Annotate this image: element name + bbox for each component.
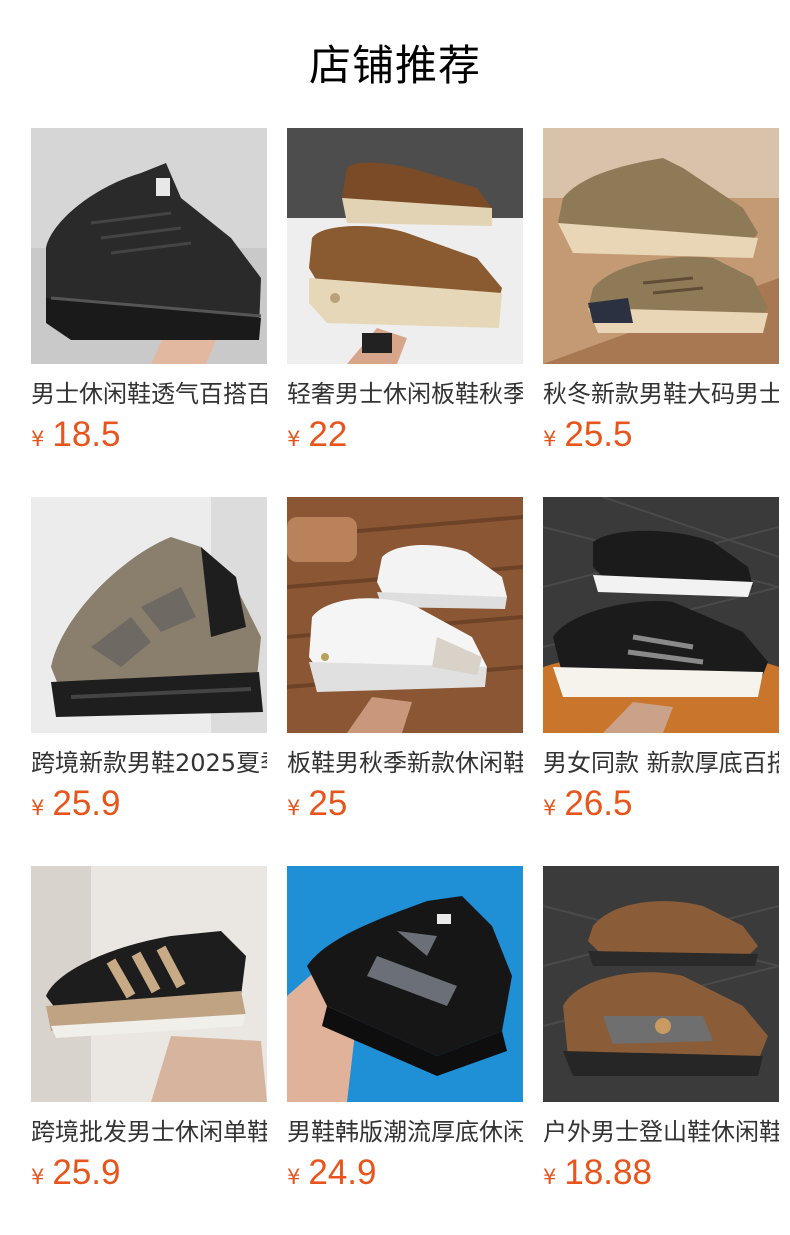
price-amount: 18.5 [52, 415, 121, 454]
product-card[interactable]: 户外男士登山鞋休闲鞋 ¥ 18.88 [543, 866, 779, 1235]
currency-symbol: ¥ [543, 427, 557, 451]
product-price: ¥ 25.9 [31, 784, 267, 830]
brown-suede-loafer-image [287, 128, 523, 364]
product-card[interactable]: 秋冬新款男鞋大码男士 ¥ 25.5 [543, 128, 779, 497]
product-image[interactable] [543, 497, 779, 733]
currency-symbol: ¥ [287, 796, 301, 820]
product-name[interactable]: 男士休闲鞋透气百搭百搭 [31, 377, 267, 411]
product-card[interactable]: 男士休闲鞋透气百搭百搭 ¥ 18.5 [31, 128, 267, 497]
product-image[interactable] [287, 866, 523, 1102]
product-image[interactable] [31, 866, 267, 1102]
product-image[interactable] [287, 497, 523, 733]
page-title: 店铺推荐 [308, 41, 481, 90]
currency-symbol: ¥ [543, 796, 557, 820]
white-canvas-sneaker-image [287, 497, 523, 733]
product-price: ¥ 18.5 [31, 415, 267, 461]
black-grey-sneaker-image [287, 866, 523, 1102]
product-name[interactable]: 跨境批发男士休闲单鞋 [31, 1115, 267, 1149]
currency-symbol: ¥ [287, 427, 301, 451]
product-name[interactable]: 男鞋韩版潮流厚底休闲鞋 [287, 1115, 523, 1149]
product-image[interactable] [31, 128, 267, 364]
product-name[interactable]: 男女同款 新款厚底百搭 [543, 746, 779, 780]
product-price: ¥ 25.9 [31, 1153, 267, 1199]
product-image[interactable] [31, 497, 267, 733]
black-striped-sneaker-image [31, 866, 267, 1102]
currency-symbol: ¥ [543, 1165, 557, 1189]
currency-symbol: ¥ [287, 1165, 301, 1189]
black-high-top-sneaker-image [31, 128, 267, 364]
khaki-mesh-sneaker-image [31, 497, 267, 733]
product-card[interactable]: 跨境新款男鞋2025夏季 ¥ 25.9 [31, 497, 267, 866]
black-chunky-sneaker-image [543, 497, 779, 733]
product-price: ¥ 25 [287, 784, 523, 830]
product-name[interactable]: 轻奢男士休闲板鞋秋季新款 [287, 377, 523, 411]
product-image[interactable] [543, 866, 779, 1102]
product-card[interactable]: 跨境批发男士休闲单鞋 ¥ 25.9 [31, 866, 267, 1235]
price-amount: 25.9 [52, 1153, 121, 1192]
product-card[interactable]: 男鞋韩版潮流厚底休闲鞋 ¥ 24.9 [287, 866, 523, 1235]
price-amount: 25.9 [52, 784, 121, 823]
product-image[interactable] [287, 128, 523, 364]
price-amount: 22 [308, 415, 348, 454]
product-price: ¥ 22 [287, 415, 523, 461]
product-price: ¥ 26.5 [543, 784, 779, 830]
brown-hiking-shoe-image [543, 866, 779, 1102]
currency-symbol: ¥ [31, 796, 45, 820]
price-amount: 25.5 [564, 415, 633, 454]
product-name[interactable]: 板鞋男秋季新款休闲鞋 [287, 746, 523, 780]
product-price: ¥ 25.5 [543, 415, 779, 461]
product-name[interactable]: 户外男士登山鞋休闲鞋 [543, 1115, 779, 1149]
product-price: ¥ 18.88 [543, 1153, 779, 1199]
product-card[interactable]: 轻奢男士休闲板鞋秋季新款 ¥ 22 [287, 128, 523, 497]
currency-symbol: ¥ [31, 427, 45, 451]
price-amount: 18.88 [564, 1153, 652, 1192]
product-name[interactable]: 跨境新款男鞋2025夏季 [31, 746, 267, 780]
khaki-hiking-sneaker-image [543, 128, 779, 364]
product-image[interactable] [543, 128, 779, 364]
product-name[interactable]: 秋冬新款男鞋大码男士 [543, 377, 779, 411]
product-price: ¥ 24.9 [287, 1153, 523, 1199]
product-card[interactable]: 板鞋男秋季新款休闲鞋 ¥ 25 [287, 497, 523, 866]
currency-symbol: ¥ [31, 1165, 45, 1189]
product-grid: 男士休闲鞋透气百搭百搭 ¥ 18.5 轻奢男士休闲板鞋秋季新款 ¥ 22 [31, 128, 779, 1235]
price-amount: 25 [308, 784, 348, 823]
product-card[interactable]: 男女同款 新款厚底百搭 ¥ 26.5 [543, 497, 779, 866]
price-amount: 26.5 [564, 784, 633, 823]
price-amount: 24.9 [308, 1153, 377, 1192]
